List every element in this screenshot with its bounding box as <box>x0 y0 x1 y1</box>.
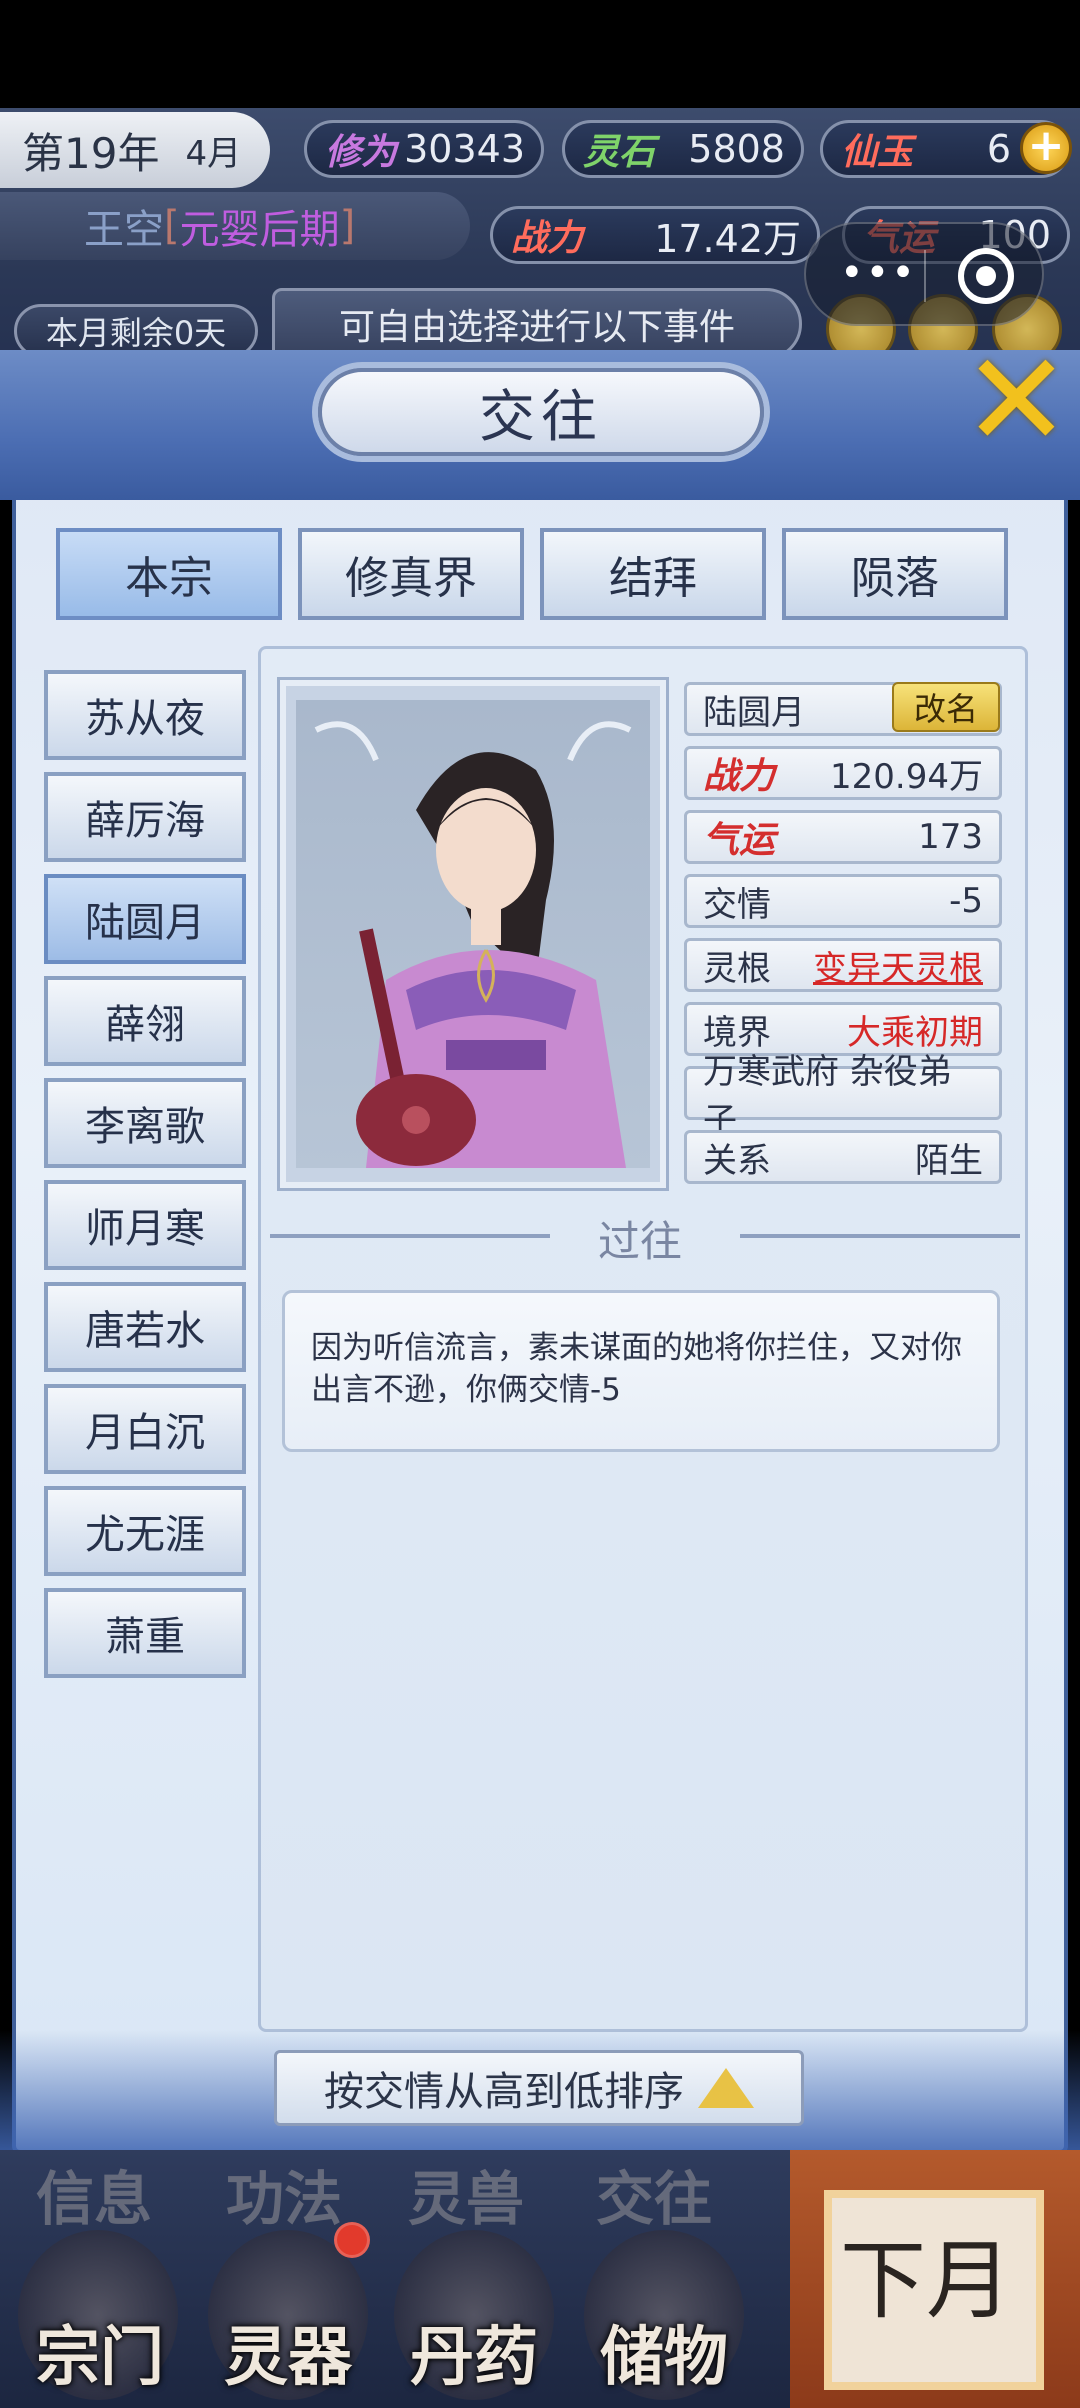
detail-guanxi-label: 关系 <box>703 1140 771 1181</box>
list-item[interactable]: 师月寒 <box>44 1180 246 1270</box>
divider-line-left <box>270 1234 550 1238</box>
close-miniprogram-icon[interactable] <box>958 248 1014 304</box>
xianyu-value: 6 <box>986 127 1011 171</box>
zhanli-value: 17.42万 <box>654 216 801 261</box>
detail-sect-value: 万寒武府 杂役弟子 <box>703 1052 952 1141</box>
month-text: 4月 <box>185 133 242 174</box>
bracket-right: ] <box>339 203 356 249</box>
detail-sect: 万寒武府 杂役弟子 <box>684 1052 1002 1141</box>
list-item[interactable]: 尤无涯 <box>44 1486 246 1576</box>
lingshi-label: 灵石 <box>583 131 656 173</box>
nav-top-info[interactable]: 信息 <box>36 2152 152 2236</box>
list-item[interactable]: 月白沉 <box>44 1384 246 1474</box>
notification-dot <box>334 2222 370 2258</box>
detail-name: 陆圆月 <box>703 692 805 733</box>
status-bar-area <box>0 0 1080 108</box>
detail-qiyun-value: 173 <box>918 817 983 857</box>
nav-chuwu[interactable]: 储物 <box>600 2306 728 2398</box>
past-title: 过往 <box>597 1216 682 1266</box>
detail-jiaoqing-value: -5 <box>949 881 983 921</box>
list-item[interactable]: 薛厉海 <box>44 772 246 862</box>
xianyu-label: 仙玉 <box>841 131 914 173</box>
player-name-box: 王空 [ 元婴后期 ] <box>0 192 470 260</box>
dialog-title: 交往 <box>318 368 764 456</box>
list-item[interactable]: 唐若水 <box>44 1282 246 1372</box>
list-item[interactable]: 李离歌 <box>44 1078 246 1168</box>
list-item[interactable]: 薛翎 <box>44 976 246 1066</box>
miniprogram-capsule: ••• <box>804 222 1044 326</box>
player-realm: 元婴后期 <box>179 207 340 253</box>
detail-guanxi-value: 陌生 <box>915 1140 983 1181</box>
tab-xiuzhenjie[interactable]: 修真界 <box>298 528 524 620</box>
character-portrait <box>296 700 650 1168</box>
next-month-label: 下月 <box>840 2231 1012 2331</box>
detail-linggen: 灵根 变异天灵根 <box>684 938 1002 992</box>
sort-button[interactable]: 按交情从高到低排序 <box>274 2050 804 2126</box>
tab-jiebai[interactable]: 结拜 <box>540 528 766 620</box>
past-record: 因为听信流言，素未谋面的她将你拦住，又对你出言不逊，你俩交情-5 <box>282 1290 1000 1452</box>
xiuwei-value: 30343 <box>404 127 525 171</box>
add-xianyu-button[interactable]: + <box>1020 122 1072 174</box>
bracket-left: [ <box>164 203 180 249</box>
detail-qiyun-label: 气运 <box>703 819 776 861</box>
zhanli-display: 战力 17.42万 <box>490 206 820 264</box>
date-display: 第19年 4月 <box>0 112 270 188</box>
more-icon[interactable]: ••• <box>840 253 917 293</box>
zhanli-label: 战力 <box>511 217 584 259</box>
detail-zhanli-label: 战力 <box>703 755 776 797</box>
nav-top-lingshou[interactable]: 灵兽 <box>408 2152 524 2236</box>
rename-button[interactable]: 改名 <box>892 682 1000 732</box>
tab-benzong[interactable]: 本宗 <box>56 528 282 620</box>
player-name: 王空 <box>84 207 164 253</box>
nav-lingqi[interactable]: 灵器 <box>224 2306 352 2398</box>
detail-jiaoqing: 交情 -5 <box>684 874 1002 928</box>
detail-jiaoqing-label: 交情 <box>703 884 771 925</box>
nav-zongmen[interactable]: 宗门 <box>36 2306 164 2398</box>
close-icon[interactable]: ✕ <box>962 335 1072 465</box>
detail-guanxi: 关系 陌生 <box>684 1130 1002 1184</box>
nav-danyao[interactable]: 丹药 <box>410 2306 538 2398</box>
portrait-illustration <box>314 721 632 1168</box>
list-item[interactable]: 陆圆月 <box>44 874 246 964</box>
xiuwei-label: 修为 <box>325 131 398 173</box>
lingshi-display: 灵石 5808 <box>562 120 804 178</box>
capsule-divider <box>924 250 926 302</box>
sort-label: 按交情从高到低排序 <box>324 2069 684 2115</box>
list-item[interactable]: 萧重 <box>44 1588 246 1678</box>
nav-top-jiaowang[interactable]: 交往 <box>596 2152 712 2236</box>
xiuwei-display: 修为 30343 <box>304 120 544 178</box>
detail-linggen-link[interactable]: 变异天灵根 <box>813 941 983 990</box>
lingshi-value: 5808 <box>688 127 785 171</box>
detail-zhanli: 战力 120.94万 <box>684 746 1002 800</box>
tab-yunluo[interactable]: 陨落 <box>782 528 1008 620</box>
divider-line-right <box>740 1234 1020 1238</box>
nav-top-gongfa[interactable]: 功法 <box>226 2152 342 2236</box>
detail-qiyun: 气运 173 <box>684 810 1002 864</box>
detail-zhanli-value: 120.94万 <box>830 756 983 797</box>
triangle-up-icon <box>698 2068 754 2108</box>
detail-linggen-label: 灵根 <box>703 948 771 989</box>
year-text: 第19年 <box>22 128 160 178</box>
list-item[interactable]: 苏从夜 <box>44 670 246 760</box>
